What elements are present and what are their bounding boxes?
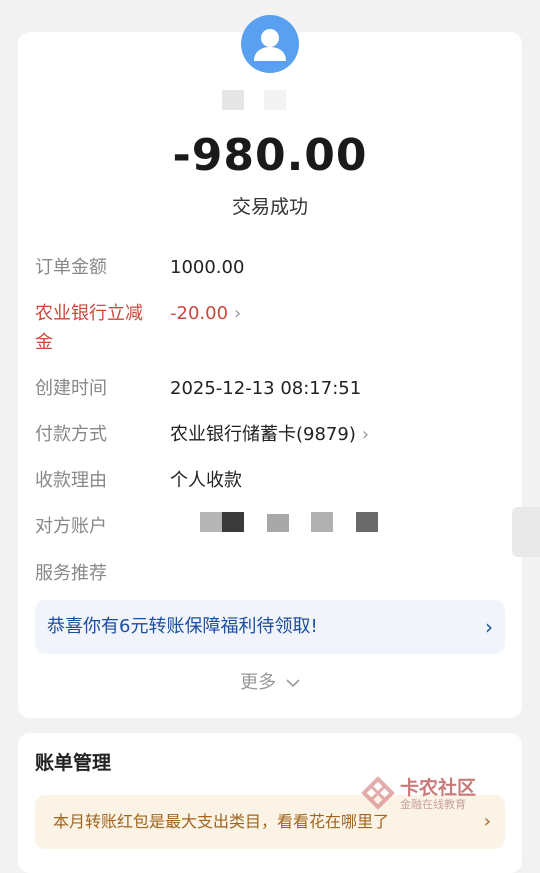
order-amount-label: 订单金额 xyxy=(35,257,107,278)
service-label: 服务推荐 xyxy=(35,563,107,584)
chevron-right-icon: › xyxy=(485,615,493,639)
bill-management-title: 账单管理 xyxy=(35,752,112,774)
discount-value-link[interactable]: -20.00 › xyxy=(170,300,241,328)
discount-label-line1: 农业银行立减 xyxy=(35,303,143,324)
side-handle[interactable] xyxy=(512,507,540,557)
name-mosaic xyxy=(264,90,286,110)
watermark-logo-icon xyxy=(361,776,395,810)
bill-tip-text: 本月转账红包是最大支出类目，看看花在哪里了 xyxy=(53,812,390,831)
chevron-right-icon: › xyxy=(361,424,370,445)
chevron-right-icon: › xyxy=(234,303,242,324)
transaction-amount: -980.00 xyxy=(172,130,368,181)
counterparty-label: 对方账户 xyxy=(35,516,107,537)
name-mosaic xyxy=(222,90,244,110)
order-amount-value: 1000.00 xyxy=(170,257,245,278)
avatar xyxy=(241,15,299,73)
counterparty-mosaic xyxy=(267,514,289,532)
watermark: 卡农社区 金融在线教育 xyxy=(360,773,520,813)
payment-method-link[interactable]: 农业银行储蓄卡(9879) › xyxy=(170,421,369,449)
reason-label: 收款理由 xyxy=(35,470,107,491)
more-button[interactable]: 更多 xyxy=(0,668,540,694)
reason-value: 个人收款 xyxy=(170,470,242,491)
promo-text: 恭喜你有6元转账保障福利待领取! xyxy=(47,616,318,637)
watermark-subtitle: 金融在线教育 xyxy=(400,798,466,811)
counterparty-mosaic xyxy=(311,512,333,532)
counterparty-mosaic xyxy=(200,512,222,532)
discount-value: -20.00 xyxy=(170,303,229,324)
chevron-down-icon xyxy=(286,679,300,688)
counterparty-mosaic xyxy=(356,512,378,532)
payment-method-label: 付款方式 xyxy=(35,424,107,445)
promo-banner[interactable]: 恭喜你有6元转账保障福利待领取! › xyxy=(35,600,505,654)
counterparty-mosaic xyxy=(222,512,244,532)
transaction-status: 交易成功 xyxy=(231,196,308,218)
discount-label-line2: 金 xyxy=(35,332,53,353)
payment-method-value: 农业银行储蓄卡(9879) xyxy=(170,424,356,445)
created-time-label: 创建时间 xyxy=(35,378,107,399)
created-time-value: 2025-12-13 08:17:51 xyxy=(170,378,362,399)
more-label: 更多 xyxy=(240,672,277,693)
